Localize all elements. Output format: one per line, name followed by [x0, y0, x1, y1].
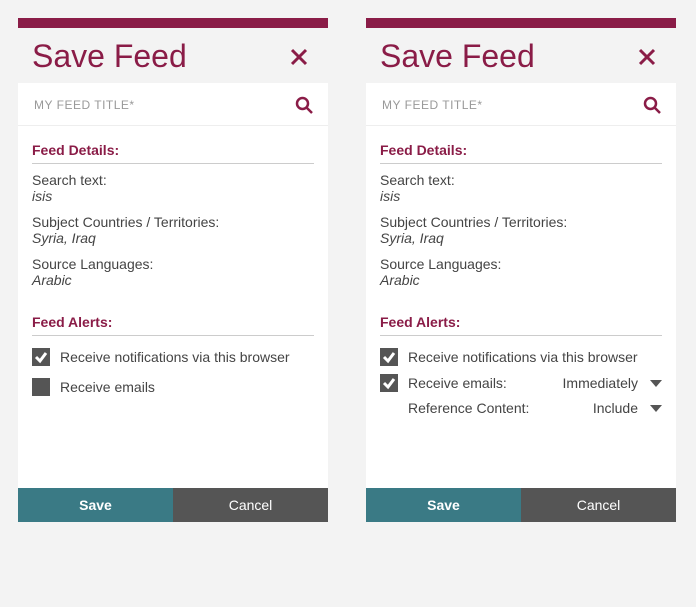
panel-header: Save Feed — [366, 28, 676, 83]
countries-value: Syria, Iraq — [380, 230, 662, 246]
panel-body: Feed Details: Search text: isis Subject … — [366, 126, 676, 452]
save-feed-panel-left: Save Feed Feed Details: Search text: isi… — [18, 0, 328, 522]
close-icon — [290, 48, 308, 66]
close-button[interactable] — [632, 42, 662, 72]
panel-card: Feed Details: Search text: isis Subject … — [18, 83, 328, 522]
panel-title: Save Feed — [380, 38, 535, 75]
panel-title: Save Feed — [32, 38, 187, 75]
close-button[interactable] — [284, 42, 314, 72]
search-icon — [295, 96, 313, 114]
emails-row: Receive emails: Immediately — [380, 374, 662, 392]
languages-value: Arabic — [380, 272, 662, 288]
notify-checkbox[interactable] — [380, 348, 398, 366]
feed-title-input[interactable] — [32, 97, 294, 113]
notify-row: Receive notifications via this browser — [380, 348, 662, 366]
search-icon — [643, 96, 661, 114]
chevron-down-icon — [650, 380, 662, 387]
ref-content-row: Reference Content: Include — [408, 400, 662, 416]
feed-alerts-heading: Feed Alerts: — [32, 314, 314, 336]
panel-header: Save Feed — [18, 28, 328, 83]
notify-label: Receive notifications via this browser — [408, 349, 638, 365]
ref-content-select[interactable]: Include — [593, 400, 662, 416]
cancel-button[interactable]: Cancel — [521, 488, 676, 522]
save-button[interactable]: Save — [366, 488, 521, 522]
search-text-value: isis — [380, 188, 662, 204]
emails-checkbox[interactable] — [380, 374, 398, 392]
accent-bar — [366, 18, 676, 28]
feed-alerts-section: Feed Alerts: Receive notifications via t… — [32, 314, 314, 396]
emails-row: Receive emails — [32, 378, 314, 396]
title-row — [18, 83, 328, 126]
check-icon — [382, 376, 396, 390]
languages-label: Source Languages: — [32, 256, 314, 272]
notify-row: Receive notifications via this browser — [32, 348, 314, 366]
emails-checkbox[interactable] — [32, 378, 50, 396]
notify-label: Receive notifications via this browser — [60, 349, 290, 365]
feed-title-input[interactable] — [380, 97, 642, 113]
emails-label: Receive emails: — [408, 375, 553, 391]
panel-footer: Save Cancel — [18, 488, 328, 522]
email-frequency-select[interactable]: Immediately — [563, 375, 662, 391]
feed-alerts-section: Feed Alerts: Receive notifications via t… — [380, 314, 662, 416]
languages-label: Source Languages: — [380, 256, 662, 272]
ref-content-label: Reference Content: — [408, 400, 593, 416]
search-text-label: Search text: — [380, 172, 662, 188]
countries-label: Subject Countries / Territories: — [32, 214, 314, 230]
accent-bar — [18, 18, 328, 28]
search-text-label: Search text: — [32, 172, 314, 188]
search-button[interactable] — [642, 95, 662, 115]
save-button[interactable]: Save — [18, 488, 173, 522]
countries-label: Subject Countries / Territories: — [380, 214, 662, 230]
feed-details: Search text: isis Subject Countries / Te… — [380, 172, 662, 288]
title-row — [366, 83, 676, 126]
panel-body: Feed Details: Search text: isis Subject … — [18, 126, 328, 408]
check-icon — [34, 350, 48, 364]
save-feed-panel-right: Save Feed Feed Details: Search text: isi… — [366, 0, 676, 522]
chevron-down-icon — [650, 405, 662, 412]
feed-details: Search text: isis Subject Countries / Te… — [32, 172, 314, 288]
panel-card: Feed Details: Search text: isis Subject … — [366, 83, 676, 522]
close-icon — [638, 48, 656, 66]
ref-content-value: Include — [593, 400, 638, 416]
feed-details-heading: Feed Details: — [380, 142, 662, 164]
search-button[interactable] — [294, 95, 314, 115]
check-icon — [382, 350, 396, 364]
languages-value: Arabic — [32, 272, 314, 288]
email-frequency-value: Immediately — [563, 375, 638, 391]
search-text-value: isis — [32, 188, 314, 204]
notify-checkbox[interactable] — [32, 348, 50, 366]
feed-details-heading: Feed Details: — [32, 142, 314, 164]
feed-alerts-heading: Feed Alerts: — [380, 314, 662, 336]
emails-label: Receive emails — [60, 379, 155, 395]
cancel-button[interactable]: Cancel — [173, 488, 328, 522]
panel-footer: Save Cancel — [366, 488, 676, 522]
countries-value: Syria, Iraq — [32, 230, 314, 246]
